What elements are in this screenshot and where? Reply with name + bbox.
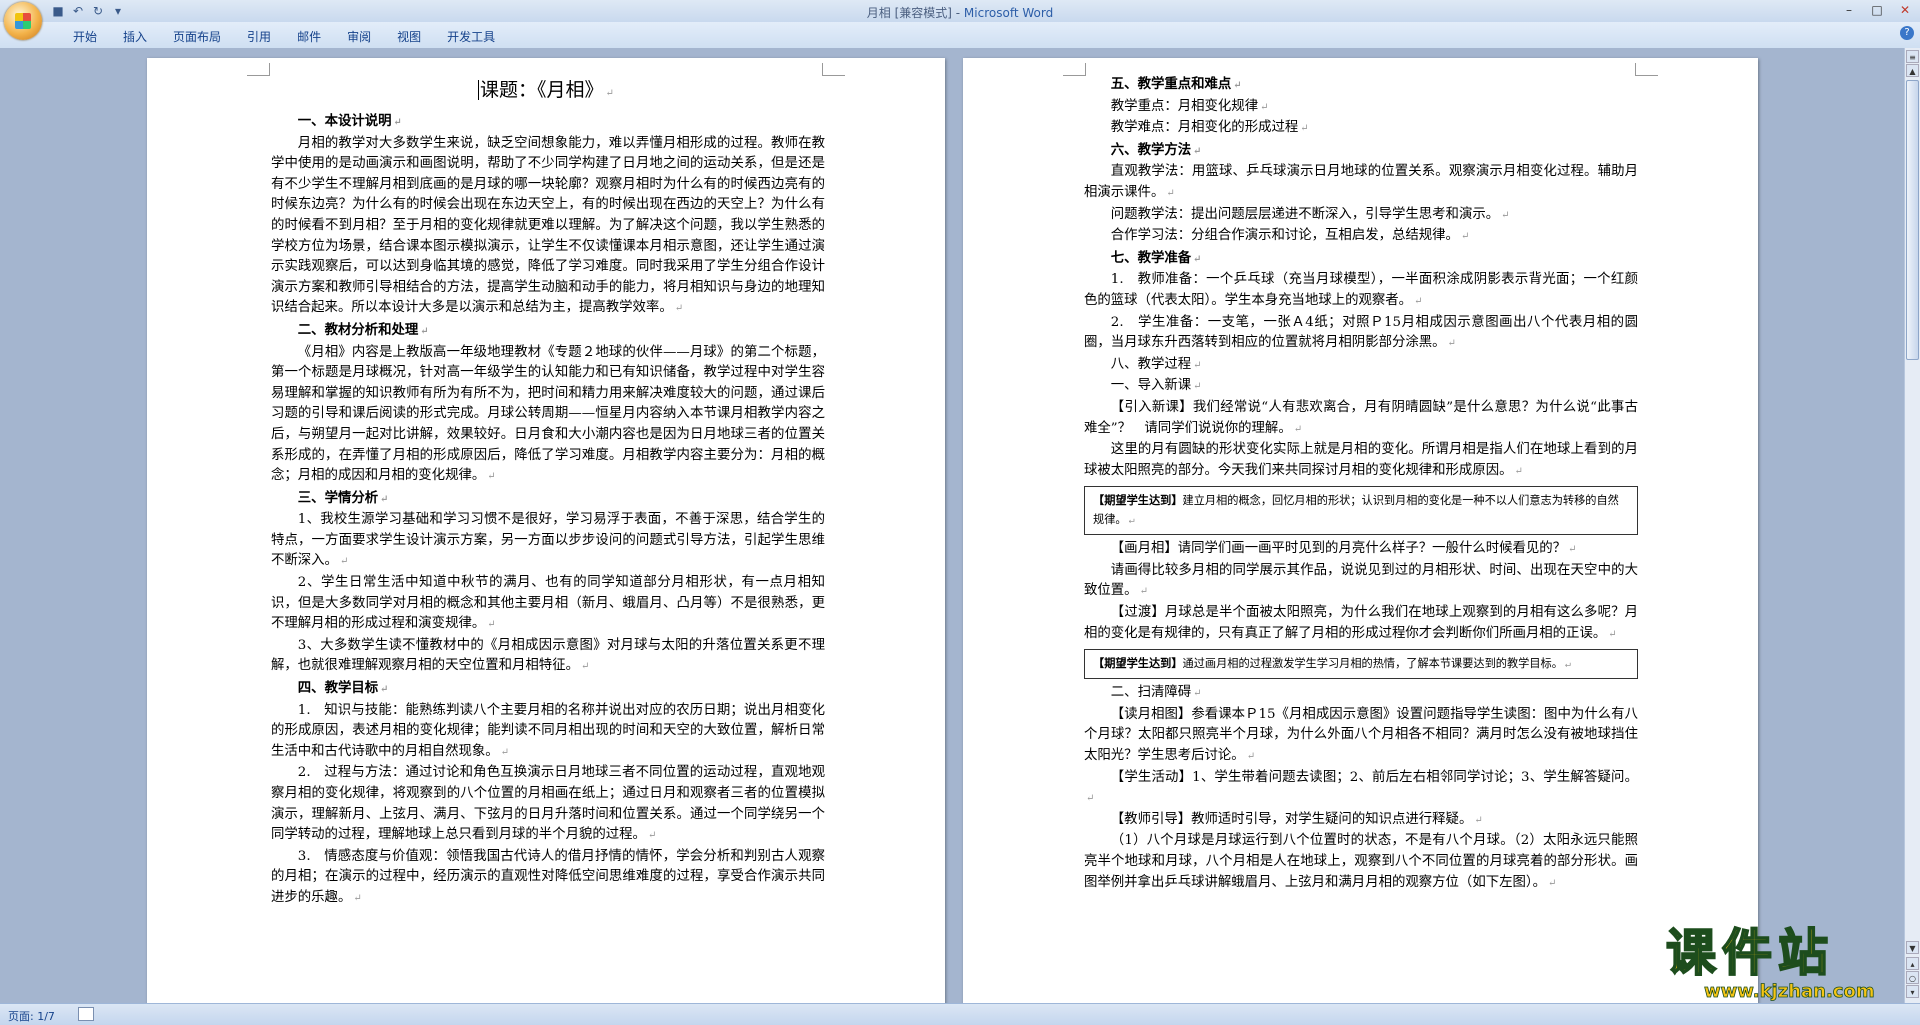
watermark-url: www.kjzhan.com bbox=[1704, 981, 1875, 1003]
paragraph: 【引入新课】我们经常说“人有悲欢离合，月有阴晴圆缺”是什么意思？为什么说“此事古… bbox=[1084, 399, 1638, 436]
tab-references[interactable]: 引用 bbox=[234, 28, 284, 46]
window-title: 月相 [兼容模式] - Microsoft Word bbox=[0, 4, 1920, 21]
close-icon[interactable]: ✕ bbox=[1896, 2, 1914, 18]
paragraph: 2. 过程与方法：通过讨论和角色互换演示日月地球三者不同位置的运动过程，直观地观… bbox=[271, 765, 825, 843]
paragraph: 问题教学法：提出问题层层递进不断深入，引导学生思考和演示。 ↵ bbox=[1110, 206, 1510, 222]
ruler-toggle-icon[interactable]: ≡ bbox=[1906, 50, 1919, 63]
paragraph: 请画得比较多月相的同学展示其作品，说说见到过的月相形状、时间、出现在天空中的大致… bbox=[1084, 562, 1638, 599]
previous-page-icon[interactable]: ▴ bbox=[1906, 957, 1919, 970]
section-heading: 二、教材分析和处理 ↵ bbox=[297, 321, 429, 338]
page-1-text: 课题：《月相》 ↵ 一、本设计说明 ↵ 月相的教学对大多数学生来说，缺乏空间想象能力… bbox=[271, 76, 825, 910]
vertical-scrollbar[interactable]: ≡ ▲ ▼ ▴ ○ ▾ bbox=[1904, 48, 1920, 1004]
paragraph: 这里的月有圆缺的形状变化实际上就是月相的变化。所谓月相是指人们在地球上看到的月球… bbox=[1084, 442, 1638, 478]
crop-mark bbox=[822, 63, 845, 76]
watermark-logo: 课件站 www.kjzhan.com bbox=[1665, 924, 1898, 1003]
paragraph: 《月相》内容是上教版高一年级地理教材《专题２地球的伙伴——月球》的第二个标题，第… bbox=[271, 344, 825, 484]
crop-mark bbox=[1063, 63, 1086, 76]
crop-mark bbox=[247, 63, 270, 76]
paragraph: 1. 知识与技能：能熟练判读八个主要月相的名称并说出对应的农历日期；说出月相变化… bbox=[271, 702, 825, 759]
text-cursor bbox=[478, 80, 479, 100]
scroll-thumb[interactable] bbox=[1906, 80, 1919, 360]
section-heading: 四、教学目标 ↵ bbox=[297, 680, 389, 697]
paragraph: 【读月相图】参看课本Ｐ15《月相成因示意图》设置问题指导学生读图：图中为什么有八… bbox=[1084, 706, 1638, 764]
app-name: Microsoft Word bbox=[963, 6, 1054, 20]
expectation-box: 【期望学生达到】通过画月相的过程激发学生学习月相的热情，了解本节课要达到的教学目… bbox=[1084, 649, 1638, 680]
proofing-icon[interactable] bbox=[78, 1007, 94, 1021]
document-page-1[interactable]: 课题：《月相》 ↵ 一、本设计说明 ↵ 月相的教学对大多数学生来说，缺乏空间想象能力… bbox=[147, 58, 945, 1004]
tab-home[interactable]: 开始 bbox=[60, 28, 110, 46]
paragraph: 2. 学生准备：一支笔，一张Ａ4纸；对照Ｐ15月相成因示意图画出八个代表月相的圆… bbox=[1084, 314, 1638, 351]
tab-review[interactable]: 审阅 bbox=[334, 28, 384, 46]
watermark-text: 课件站 bbox=[1665, 924, 1834, 982]
maximize-icon[interactable]: □ bbox=[1868, 2, 1886, 18]
tab-mailings[interactable]: 邮件 bbox=[284, 28, 334, 46]
scroll-down-icon[interactable]: ▼ bbox=[1906, 941, 1919, 954]
paragraph: 【学生活动】1、学生带着问题去读图；2、前后左右相邻同学讨论；3、学生解答疑问。… bbox=[1086, 769, 1638, 805]
section-heading: 七、教学准备 ↵ bbox=[1110, 249, 1202, 266]
section-heading: 六、教学方法 ↵ bbox=[1110, 141, 1202, 158]
ribbon-tabs: 开始 插入 页面布局 引用 邮件 审阅 视图 开发工具 ? bbox=[0, 22, 1920, 49]
document-title: 月相 [兼容模式] - bbox=[866, 6, 964, 20]
page-2-text: 五、教学重点和难点 ↵ 教学重点：月相变化规律 ↵ 教学难点：月相变化的形成过程 ↵ … bbox=[1084, 74, 1638, 894]
paragraph: 二、扫清障碍 ↵ bbox=[1110, 685, 1202, 701]
document-title-heading: 课题：《月相》 ↵ bbox=[478, 79, 614, 101]
next-page-icon[interactable]: ▾ bbox=[1906, 985, 1919, 998]
paragraph: 【画月相】请同学们画一画平时见到的月亮什么样子？一般什么时候看见的？ ↵ bbox=[1110, 541, 1577, 557]
paragraph: 2、学生日常生活中知道中秋节的满月、也有的同学知道部分月相形状，有一点月相知识，… bbox=[271, 575, 825, 632]
document-page-2[interactable]: 五、教学重点和难点 ↵ 教学重点：月相变化规律 ↵ 教学难点：月相变化的形成过程 ↵ … bbox=[963, 58, 1758, 1004]
minimize-icon[interactable]: – bbox=[1840, 2, 1858, 18]
paragraph: 1、我校生源学习基础和学习习惯不是很好，学习易浮于表面，不善于深思，结合学生的特… bbox=[271, 512, 825, 569]
help-icon[interactable]: ? bbox=[1900, 26, 1914, 40]
tab-view[interactable]: 视图 bbox=[384, 28, 434, 46]
title-bar: ■ ↶ ↻ ▾ 月相 [兼容模式] - Microsoft Word – □ ✕ bbox=[0, 0, 1920, 22]
tab-developer[interactable]: 开发工具 bbox=[434, 28, 508, 46]
paragraph: 【过渡】月球总是半个面被太阳照亮，为什么我们在地球上观察到的月相有这么多呢？月相… bbox=[1084, 605, 1638, 641]
scroll-up-icon[interactable]: ▲ bbox=[1906, 64, 1919, 77]
tab-page-layout[interactable]: 页面布局 bbox=[160, 28, 234, 46]
paragraph: 八、教学过程 ↵ bbox=[1110, 356, 1202, 372]
paragraph: 一、导入新课 ↵ bbox=[1110, 378, 1202, 394]
document-workspace: 课题：《月相》 ↵ 一、本设计说明 ↵ 月相的教学对大多数学生来说，缺乏空间想象能力… bbox=[0, 48, 1905, 1004]
section-heading: 五、教学重点和难点 ↵ bbox=[1110, 76, 1242, 92]
paragraph: 直观教学法：用篮球、乒乓球演示日月地球的位置关系。观察演示月相变化过程。辅助月相… bbox=[1084, 164, 1638, 200]
paragraph: 教学重点：月相变化规律 ↵ bbox=[1110, 98, 1269, 114]
paragraph: 月相的教学对大多数学生来说，缺乏空间想象能力，难以弄懂月相形成的过程。教师在教学… bbox=[271, 135, 825, 316]
section-heading: 三、学情分析 ↵ bbox=[297, 489, 389, 506]
crop-mark bbox=[1635, 63, 1658, 76]
page-count[interactable]: 页面: 1/7 bbox=[8, 1008, 55, 1024]
paragraph: 1. 教师准备：一个乒乓球（充当月球模型），一半面积涂成阴影表示背光面；一个红颜… bbox=[1084, 272, 1638, 308]
paragraph: 3、大多数学生读不懂教材中的《月相成因示意图》对月球与太阳的升落位置关系更不理解… bbox=[271, 637, 825, 674]
browse-object-icon[interactable]: ○ bbox=[1906, 971, 1919, 984]
window-controls: – □ ✕ bbox=[1840, 2, 1914, 18]
expectation-box: 【期望学生达到】建立月相的概念，回忆月相的形状；认识到月相的变化是一种不以人们意… bbox=[1084, 486, 1638, 536]
paragraph: （1）八个月球是月球运行到八个位置时的状态，不是有八个月球。（2）太阳永远只能照… bbox=[1084, 833, 1638, 890]
status-bar: 页面: 1/7 bbox=[0, 1003, 1920, 1025]
office-button[interactable] bbox=[4, 2, 42, 40]
paragraph: 【教师引导】教师适时引导，对学生疑问的知识点进行释疑。 ↵ bbox=[1110, 811, 1483, 827]
tab-insert[interactable]: 插入 bbox=[110, 28, 160, 46]
paragraph: 3. 情感态度与价值观：领悟我国古代诗人的借月抒情的情怀，学会分析和判别古人观察… bbox=[271, 848, 825, 905]
paragraph: 教学难点：月相变化的形成过程 ↵ bbox=[1110, 120, 1309, 136]
section-heading: 一、本设计说明 ↵ bbox=[297, 113, 402, 129]
paragraph: 合作学习法：分组合作演示和讨论，互相启发，总结规律。 ↵ bbox=[1110, 228, 1470, 244]
